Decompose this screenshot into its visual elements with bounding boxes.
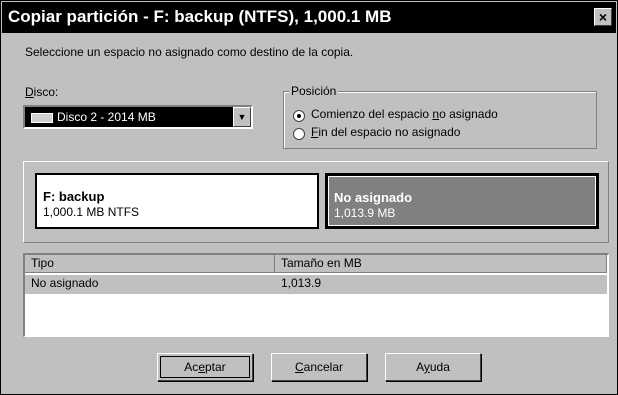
title-bar[interactable]: Copiar partición - F: backup (NTFS), 1,0… (2, 2, 616, 33)
close-button[interactable]: × (594, 8, 612, 26)
partition-block-source[interactable]: F: backup 1,000.1 MB NTFS (35, 173, 319, 229)
column-header-type[interactable]: Tipo (25, 255, 275, 273)
position-group-label: Posición (289, 84, 339, 98)
cell-size: 1,013.9 (281, 276, 322, 290)
radio-end-label[interactable]: Fin del espacio no asignado (311, 125, 460, 139)
radio-start-of-unallocated[interactable] (293, 110, 305, 122)
cancel-button[interactable]: Cancelar (271, 353, 367, 381)
radio-start-label[interactable]: Comienzo del espacio no asignado (311, 107, 498, 121)
dropdown-arrow-button[interactable]: ▼ (233, 107, 251, 127)
partition-name: F: backup (43, 189, 105, 204)
table-row[interactable]: No asignado 1,013.9 (25, 275, 607, 294)
table-header: Tipo Tamaño en MB (25, 255, 607, 273)
cell-type: No asignado (31, 276, 99, 290)
partition-detail: 1,000.1 MB NTFS (43, 205, 140, 219)
column-header-size[interactable]: Tamaño en MB (275, 255, 607, 273)
disk-label: Disco: (25, 85, 59, 99)
radio-end-of-unallocated[interactable] (293, 128, 305, 140)
close-icon: × (598, 9, 608, 25)
partition-detail: 1,013.9 MB (334, 206, 396, 220)
copy-partition-dialog: Copiar partición - F: backup (NTFS), 1,0… (0, 0, 618, 395)
partition-name: No asignado (334, 190, 413, 205)
instruction-text: Seleccione un espacio no asignado como d… (25, 45, 354, 59)
partition-block-unallocated[interactable]: No asignado 1,013.9 MB (325, 173, 599, 229)
disk-selected-value: Disco 2 - 2014 MB (57, 110, 156, 124)
radio-selected-dot (297, 114, 301, 118)
unallocated-space-list[interactable]: Tipo Tamaño en MB No asignado 1,013.9 (23, 253, 609, 337)
disk-icon (31, 113, 53, 123)
accept-button[interactable]: Aceptar (157, 353, 253, 381)
window-title: Copiar partición - F: backup (NTFS), 1,0… (8, 7, 392, 26)
chevron-down-icon: ▼ (237, 112, 247, 122)
disk-dropdown[interactable]: Disco 2 - 2014 MB ▼ (23, 105, 253, 129)
help-button[interactable]: Ayuda (385, 353, 481, 381)
